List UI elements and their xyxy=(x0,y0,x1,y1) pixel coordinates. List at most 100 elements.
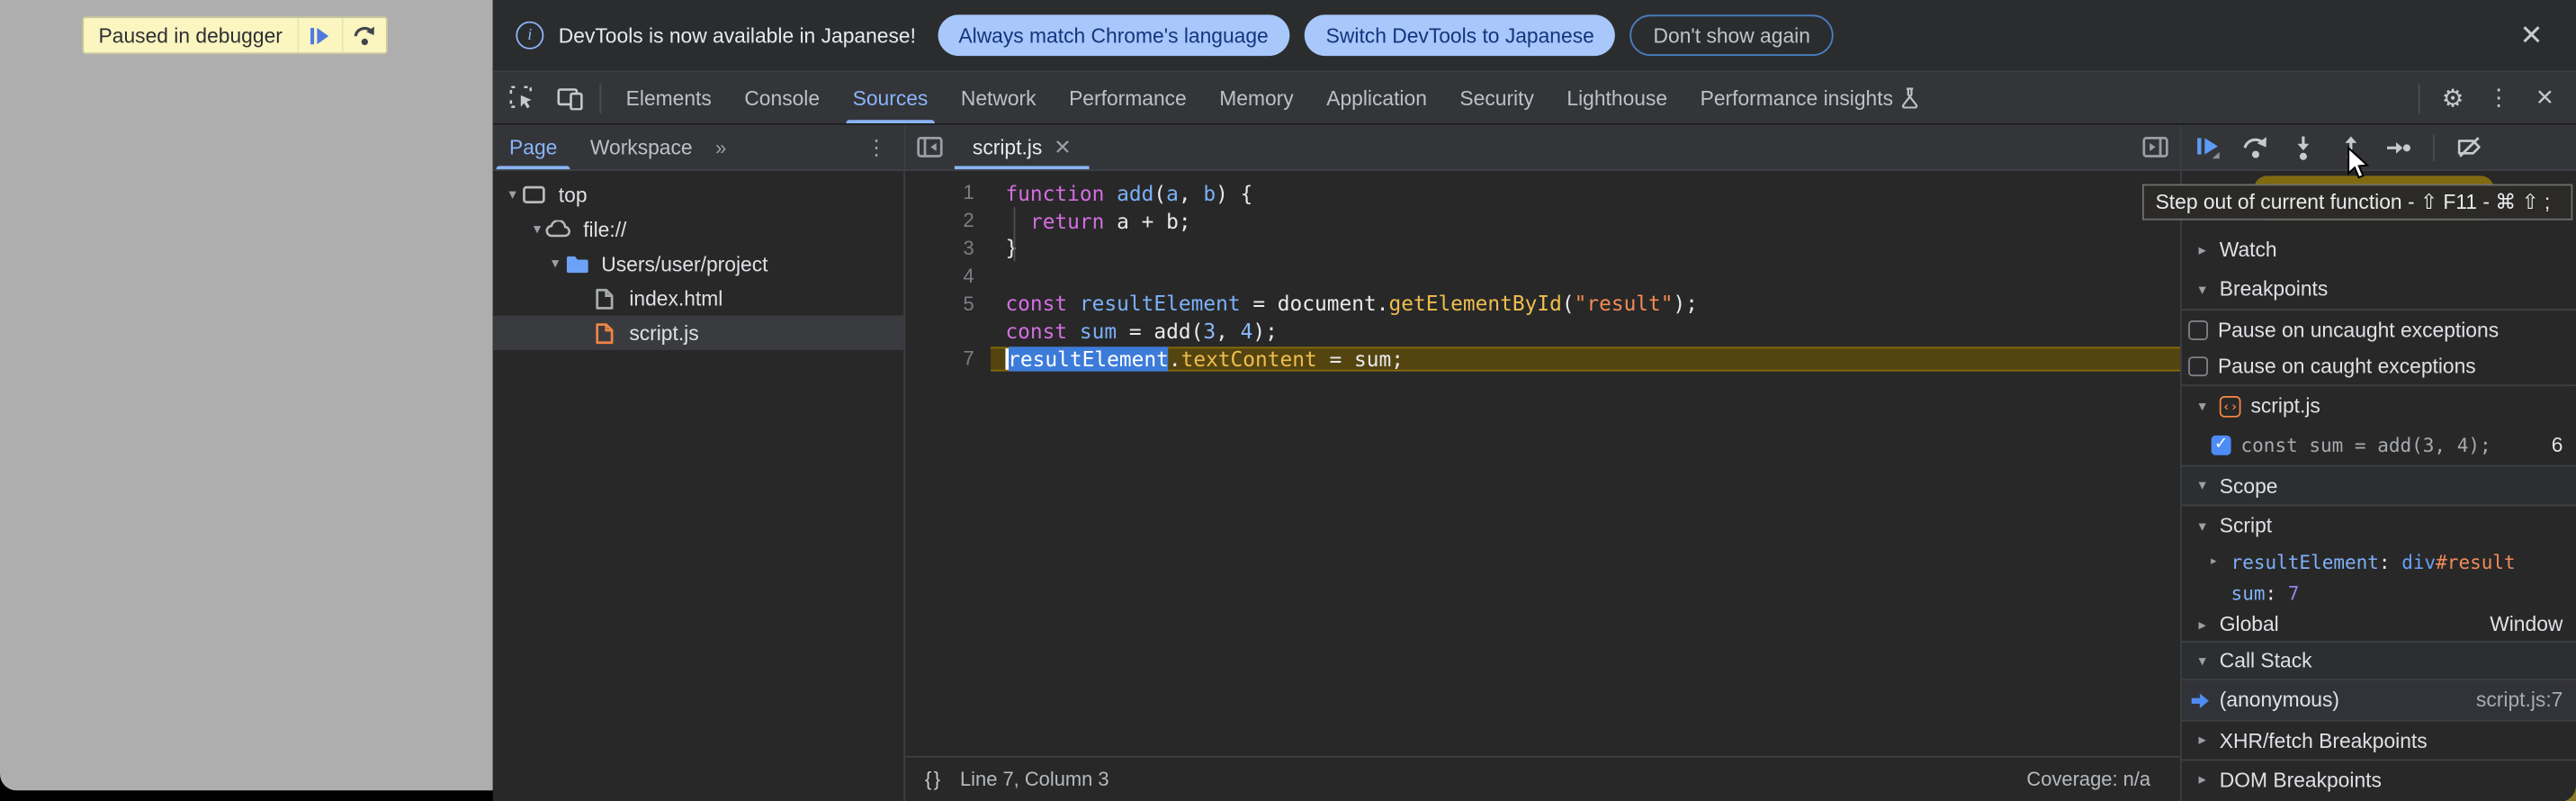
code-line-5[interactable]: 5const resultElement = document.getEleme… xyxy=(905,290,2180,318)
code-area[interactable]: 1function add(a, b) {2 return a + b;3}45… xyxy=(905,171,2180,755)
tab-lighthouse[interactable]: Lighthouse xyxy=(1550,72,1683,123)
dont-show-again-button[interactable]: Don't show again xyxy=(1630,14,1834,56)
infobar-message: DevTools is now available in Japanese! xyxy=(559,23,916,47)
tab-application[interactable]: Application xyxy=(1310,72,1443,123)
disclosure-triangle-icon[interactable]: ▾ xyxy=(2195,517,2209,535)
breakpoint-file-group[interactable]: ▾ ‹› script.js xyxy=(2182,386,2576,426)
call-stack-frame[interactable]: (anonymous) script.js:7 xyxy=(2182,680,2576,720)
disclosure-triangle-icon[interactable]: ▾ xyxy=(505,185,521,203)
navigator-tab-page[interactable]: Page xyxy=(493,125,574,169)
tab-security[interactable]: Security xyxy=(1443,72,1550,123)
disclosure-triangle-icon[interactable]: ▾ xyxy=(529,220,545,238)
close-tab-icon[interactable]: ✕ xyxy=(1054,137,1072,158)
disclosure-triangle-icon[interactable]: ▾ xyxy=(2195,397,2209,415)
tree-item-project-folder[interactable]: ▾ Users/user/project xyxy=(493,247,903,281)
more-tabs-chevron-icon[interactable]: » xyxy=(709,125,733,169)
code-line-1[interactable]: 1function add(a, b) { xyxy=(905,179,2180,207)
scope-var-name: resultElement xyxy=(2231,551,2379,574)
tab-performance[interactable]: Performance xyxy=(1053,72,1203,123)
collapse-sidebar-icon[interactable] xyxy=(2131,125,2180,169)
code-line-3[interactable]: 3} xyxy=(905,234,2180,262)
breakpoint-entry[interactable]: ✓ const sum = add(3, 4); 6 xyxy=(2182,426,2576,465)
breakpoint-file-label: script.js xyxy=(2250,394,2320,418)
tab-network[interactable]: Network xyxy=(945,72,1053,123)
step-over-button[interactable] xyxy=(2242,134,2268,160)
code-line-6[interactable]: 6const sum = add(3, 4); xyxy=(905,317,2180,345)
disclosure-triangle-icon[interactable]: ▸ xyxy=(2206,554,2221,570)
disclosure-triangle-icon[interactable]: ▸ xyxy=(2195,732,2209,750)
tree-item-top[interactable]: ▾ top xyxy=(493,177,903,212)
tab-performance-insights[interactable]: Performance insights xyxy=(1683,72,1935,123)
scope-var-resultelement[interactable]: ▸ resultElement: div#result xyxy=(2182,545,2576,579)
pause-caught-exceptions-row[interactable]: Pause on caught exceptions xyxy=(2182,348,2576,386)
scope-global-value: Window xyxy=(2490,613,2566,636)
editor-tab-script-js[interactable]: script.js ✕ xyxy=(955,125,1090,169)
format-braces-icon[interactable]: { } xyxy=(919,768,946,791)
disclosure-triangle-icon[interactable]: ▾ xyxy=(547,255,563,273)
disclosure-triangle-icon[interactable]: ▾ xyxy=(2195,477,2209,495)
disclosure-triangle-icon[interactable]: ▸ xyxy=(2195,770,2209,788)
tab-console[interactable]: Console xyxy=(728,72,836,123)
step-into-button[interactable] xyxy=(2290,134,2316,160)
disclosure-triangle-icon[interactable]: ▾ xyxy=(2195,652,2209,670)
devtools-close-icon[interactable]: × xyxy=(2524,76,2566,119)
resume-script-button[interactable] xyxy=(297,18,341,52)
tree-item-file-origin[interactable]: ▾ file:// xyxy=(493,212,903,247)
deactivate-breakpoints-button[interactable] xyxy=(2456,134,2482,160)
line-number[interactable]: 2 xyxy=(905,209,991,232)
settings-gear-icon[interactable]: ⚙ xyxy=(2431,76,2473,119)
collapse-navigator-icon[interactable] xyxy=(905,125,955,169)
scope-section-label: Script xyxy=(2220,515,2272,538)
scope-global-section[interactable]: ▸ Global Window xyxy=(2182,608,2576,642)
step-out-tooltip: Step out of current function - ⇧ F11 - ⌘… xyxy=(2142,184,2572,220)
navigator-kebab-menu-icon[interactable]: ⋮ xyxy=(849,125,903,169)
disclosure-triangle-icon[interactable]: ▸ xyxy=(2195,616,2209,634)
tab-elements[interactable]: Elements xyxy=(609,72,728,123)
tab-memory[interactable]: Memory xyxy=(1203,72,1310,123)
js-badge-icon: ‹› xyxy=(2220,395,2241,417)
page-viewport: Paused in debugger xyxy=(0,0,493,789)
tab-sources[interactable]: Sources xyxy=(836,72,944,123)
line-number[interactable]: 3 xyxy=(905,237,991,260)
scope-var-sum[interactable]: sum: 7 xyxy=(2182,579,2576,608)
inspect-element-button[interactable] xyxy=(499,76,542,119)
breakpoint-checkbox[interactable]: ✓ xyxy=(2212,436,2231,455)
kebab-menu-icon[interactable]: ⋮ xyxy=(2477,76,2519,119)
pause-caught-checkbox[interactable] xyxy=(2188,356,2208,376)
section-xhr-breakpoints[interactable]: ▸ XHR/fetch Breakpoints xyxy=(2182,720,2576,760)
section-call-stack[interactable]: ▾ Call Stack xyxy=(2182,641,2576,680)
infobar-close-icon[interactable]: ✕ xyxy=(2510,18,2554,52)
cursor-position-label: Line 7, Column 3 xyxy=(960,768,1109,791)
code-line-2[interactable]: 2 return a + b; xyxy=(905,207,2180,235)
disclosure-triangle-icon[interactable]: ▾ xyxy=(2195,281,2209,299)
line-number[interactable]: 7 xyxy=(905,347,991,371)
section-breakpoints[interactable]: ▾ Breakpoints xyxy=(2182,270,2576,310)
section-watch[interactable]: ▸ Watch xyxy=(2182,230,2576,271)
step-button[interactable] xyxy=(2385,134,2411,160)
match-chrome-language-button[interactable]: Always match Chrome's language xyxy=(938,14,1290,56)
resume-script-button[interactable] xyxy=(2195,134,2221,160)
tab-performance-insights-label: Performance insights xyxy=(1701,86,1893,110)
disclosure-triangle-icon[interactable]: ▸ xyxy=(2195,241,2209,259)
pause-uncaught-checkbox[interactable] xyxy=(2188,320,2208,339)
debugger-sidebar: ▸ Watch ▾ Breakpoints Pause on uncaught … xyxy=(2180,125,2576,801)
switch-devtools-japanese-button[interactable]: Switch DevTools to Japanese xyxy=(1305,14,1616,56)
tree-item-label: top xyxy=(559,184,588,207)
step-over-button[interactable] xyxy=(342,18,386,52)
editor-tabbar: script.js ✕ xyxy=(905,125,2180,171)
section-title: Breakpoints xyxy=(2220,278,2329,302)
tree-item-index-html[interactable]: index.html xyxy=(493,281,903,315)
section-scope[interactable]: ▾ Scope xyxy=(2182,465,2576,507)
flask-icon xyxy=(1901,87,1919,109)
tree-item-script-js[interactable]: script.js xyxy=(493,316,903,350)
code-line-7[interactable]: 7resultElement.textContent = sum; xyxy=(905,345,2180,373)
line-number[interactable]: 4 xyxy=(905,265,991,288)
section-dom-breakpoints[interactable]: ▸ DOM Breakpoints xyxy=(2182,760,2576,799)
scope-script-section[interactable]: ▾ Script xyxy=(2182,506,2576,545)
toggle-device-toolbar-button[interactable] xyxy=(549,76,591,119)
navigator-tab-workspace[interactable]: Workspace xyxy=(574,125,709,169)
code-line-4[interactable]: 4 xyxy=(905,262,2180,290)
pause-uncaught-exceptions-row[interactable]: Pause on uncaught exceptions xyxy=(2182,310,2576,348)
line-number[interactable]: 1 xyxy=(905,182,991,205)
line-number[interactable]: 5 xyxy=(905,292,991,315)
